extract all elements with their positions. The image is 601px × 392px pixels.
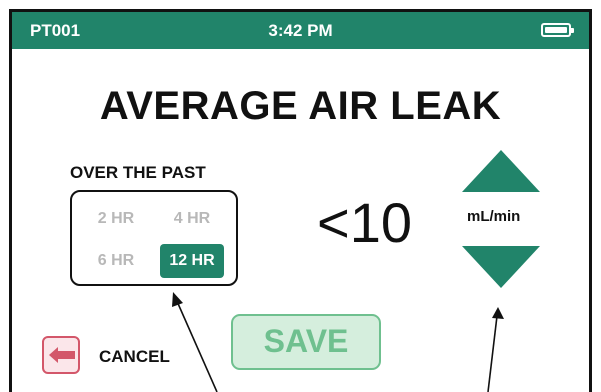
period-option-12hr[interactable]: 12 HR xyxy=(160,244,224,278)
period-option-6hr[interactable]: 6 HR xyxy=(84,244,148,278)
unit-label: mL/min xyxy=(467,208,521,225)
save-button[interactable]: SAVE xyxy=(231,314,381,370)
period-label: OVER THE PAST xyxy=(70,163,206,182)
device-screen: PT001 3:42 PM AVERAGE AIR LEAK OVER THE … xyxy=(9,9,592,392)
period-option-2hr[interactable]: 2 HR xyxy=(84,202,148,236)
battery-full-icon xyxy=(541,23,574,37)
triangle-down-icon[interactable] xyxy=(460,244,542,290)
clock: 3:42 PM xyxy=(268,21,333,40)
page-title: AVERAGE AIR LEAK xyxy=(99,84,502,128)
period-option-4hr[interactable]: 4 HR xyxy=(160,202,224,236)
status-bar: PT001 3:42 PM xyxy=(12,12,589,49)
arrow-left-icon xyxy=(42,336,80,374)
air-leak-value: <10 xyxy=(317,191,412,254)
period-selector: 2 HR 4 HR 6 HR 12 HR xyxy=(70,190,238,286)
cancel-label: CANCEL xyxy=(99,347,170,366)
triangle-up-icon[interactable] xyxy=(460,148,542,194)
